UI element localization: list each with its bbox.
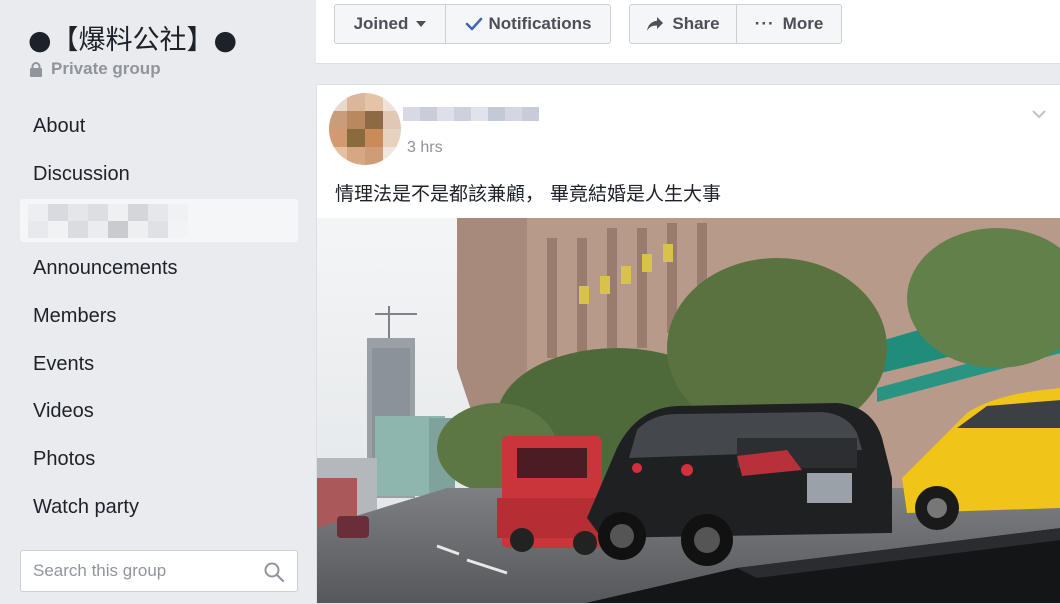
nav-item-videos[interactable]: Videos bbox=[20, 389, 298, 437]
notifications-button[interactable]: Notifications bbox=[445, 4, 611, 44]
more-button[interactable]: ··· More bbox=[736, 4, 842, 44]
share-arrow-icon bbox=[647, 17, 664, 31]
check-icon bbox=[465, 17, 482, 31]
group-privacy-label: Private group bbox=[51, 59, 161, 78]
post-author-redacted[interactable] bbox=[403, 107, 539, 135]
chevron-down-icon[interactable] bbox=[1032, 109, 1046, 119]
joined-button[interactable]: Joined bbox=[334, 4, 446, 44]
nav-item-photos[interactable]: Photos bbox=[20, 437, 298, 485]
group-search bbox=[20, 550, 298, 592]
more-dots-icon: ··· bbox=[754, 14, 775, 33]
nav-item-watch-party[interactable]: Watch party bbox=[20, 485, 298, 533]
share-button[interactable]: Share bbox=[629, 4, 737, 44]
lock-icon bbox=[30, 61, 42, 77]
post-text: 情理法是不是都該兼顧， 畢竟結婚是人生大事 bbox=[335, 183, 722, 205]
nav-item-discussion[interactable]: Discussion bbox=[20, 152, 298, 200]
group-nav: About Discussion Announcements Members E… bbox=[20, 104, 298, 533]
post-photo-street-scene bbox=[317, 218, 1060, 603]
nav-item-about[interactable]: About bbox=[20, 104, 298, 152]
group-title[interactable]: ●【爆料公社】● bbox=[28, 18, 237, 57]
nav-item-events[interactable]: Events bbox=[20, 342, 298, 390]
feed-post: 3 hrs 情理法是不是都該兼顧， 畢竟結婚是人生大事 bbox=[316, 84, 1060, 604]
nav-item-members[interactable]: Members bbox=[20, 294, 298, 342]
group-privacy: Private group bbox=[29, 59, 161, 79]
nav-item-redacted[interactable] bbox=[20, 199, 298, 243]
search-icon[interactable] bbox=[263, 561, 285, 583]
more-label: More bbox=[782, 14, 824, 33]
redacted-label-mosaic bbox=[28, 204, 188, 239]
joined-label: Joined bbox=[353, 14, 409, 33]
group-action-bar: Joined Notifications Share ··· More bbox=[316, 0, 1060, 64]
post-photo[interactable] bbox=[317, 218, 1060, 603]
share-label: Share bbox=[672, 14, 720, 33]
notifications-label: Notifications bbox=[488, 14, 592, 33]
avatar[interactable] bbox=[329, 93, 401, 165]
group-sidebar: ●【爆料公社】● Private group About Discussion … bbox=[0, 0, 316, 596]
post-timestamp[interactable]: 3 hrs bbox=[407, 139, 443, 157]
nav-item-announcements[interactable]: Announcements bbox=[20, 246, 298, 294]
group-search-input[interactable] bbox=[21, 560, 255, 582]
caret-down-icon bbox=[416, 21, 427, 27]
